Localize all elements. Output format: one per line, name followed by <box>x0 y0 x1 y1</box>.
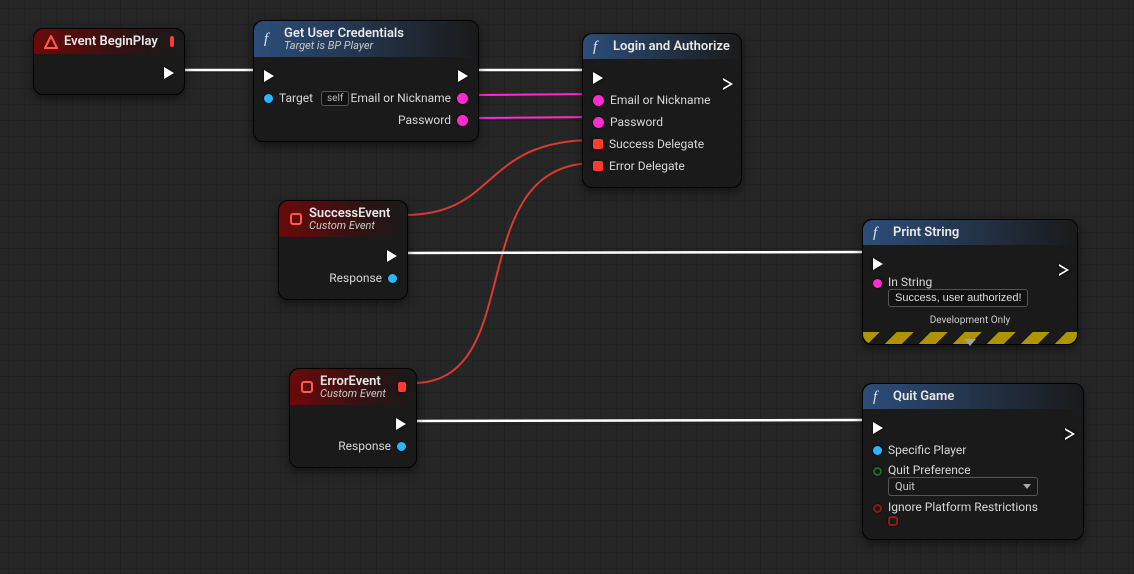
function-icon: f <box>873 390 887 404</box>
exec-out-pin[interactable] <box>458 70 468 82</box>
node-success-event[interactable]: SuccessEvent Custom Event Response <box>278 200 408 300</box>
target-label: Target <box>279 91 313 105</box>
node-login-authorize[interactable]: f Login and Authorize Email or Nickname … <box>582 33 742 188</box>
ignore-restrictions-in-pin[interactable] <box>873 504 882 513</box>
instring-label: In String <box>888 275 1028 289</box>
ignore-restrictions-checkbox[interactable] <box>888 516 898 526</box>
custom-event-icon <box>289 212 303 226</box>
exec-out-pin[interactable] <box>396 418 406 430</box>
node-print-string[interactable]: f Print String In String Development Onl… <box>862 219 1078 345</box>
node-title: Event BeginPlay <box>64 34 158 49</box>
header-get-creds: f Get User Credentials Target is BP Play… <box>254 21 478 57</box>
expand-caret-icon[interactable] <box>964 339 976 346</box>
error-delegate-label: Error Delegate <box>609 159 685 173</box>
quit-pref-label: Quit Preference <box>888 463 1038 477</box>
exec-out-pin[interactable] <box>387 250 397 262</box>
dev-only-strip <box>863 332 1077 344</box>
email-out-label: Email or Nickname <box>351 91 451 105</box>
specific-player-in-pin[interactable]: Specific Player <box>873 443 966 457</box>
quit-pref-dropdown[interactable]: Quit <box>888 477 1038 496</box>
exec-in-pin[interactable] <box>873 422 883 434</box>
response-label: Response <box>338 439 391 453</box>
success-delegate-in-pin[interactable]: Success Delegate <box>593 137 704 151</box>
node-title: Login and Authorize <box>613 39 730 54</box>
exec-in-pin[interactable] <box>593 72 603 84</box>
node-get-user-credentials[interactable]: f Get User Credentials Target is BP Play… <box>253 20 479 142</box>
email-in-label: Email or Nickname <box>610 93 710 107</box>
custom-event-icon <box>300 380 314 394</box>
chevron-down-icon <box>1023 484 1031 489</box>
specific-player-label: Specific Player <box>888 443 966 457</box>
node-quit-game[interactable]: f Quit Game Specific Player Quit Prefere… <box>862 383 1084 540</box>
target-self-chip[interactable]: self <box>321 91 349 106</box>
wire-str-email <box>474 94 595 95</box>
delegate-out-pin[interactable] <box>398 382 406 392</box>
node-title: Quit Game <box>893 389 954 404</box>
instring-in-pin[interactable] <box>873 279 882 288</box>
node-title: Print String <box>893 225 959 240</box>
response-out-pin[interactable]: Response <box>338 439 406 453</box>
wire-str-password <box>474 117 595 118</box>
exec-out-pin[interactable] <box>1065 422 1073 434</box>
exec-in-pin[interactable] <box>264 70 274 82</box>
email-in-pin[interactable]: Email or Nickname <box>593 93 710 107</box>
target-in-pin[interactable]: Target self <box>264 91 349 106</box>
password-out-pin[interactable]: Password <box>398 113 468 127</box>
header-quit: f Quit Game <box>863 384 1083 409</box>
wire-del-success <box>404 140 595 215</box>
node-event-beginplay[interactable]: Event BeginPlay <box>33 28 185 95</box>
function-icon: f <box>264 32 278 46</box>
response-out-pin[interactable]: Response <box>329 271 397 285</box>
quit-pref-in-pin[interactable] <box>873 467 882 476</box>
header-success: SuccessEvent Custom Event <box>279 201 407 237</box>
instring-input[interactable] <box>888 289 1028 307</box>
node-error-event[interactable]: ErrorEvent Custom Event Response <box>289 368 417 468</box>
password-out-label: Password <box>398 113 451 127</box>
header-event-beginplay: Event BeginPlay <box>34 29 184 54</box>
password-in-pin[interactable]: Password <box>593 115 663 129</box>
wire-del-error <box>413 163 595 383</box>
ignore-restrictions-label: Ignore Platform Restrictions <box>888 500 1038 514</box>
wire-exec-success-print <box>400 252 872 253</box>
error-delegate-in-pin[interactable]: Error Delegate <box>593 159 685 173</box>
success-delegate-label: Success Delegate <box>609 137 704 151</box>
header-print: f Print String <box>863 220 1077 245</box>
wire-exec-error-quit <box>410 420 872 421</box>
header-error: ErrorEvent Custom Event <box>290 369 416 405</box>
header-login: f Login and Authorize <box>583 34 741 59</box>
exec-in-pin[interactable] <box>873 258 883 270</box>
quit-pref-value: Quit <box>895 480 915 493</box>
event-icon <box>44 35 58 49</box>
response-label: Response <box>329 271 382 285</box>
node-subtitle: Custom Event <box>320 387 386 400</box>
password-in-label: Password <box>610 115 663 129</box>
function-icon: f <box>873 226 887 240</box>
exec-out-pin[interactable] <box>723 72 731 84</box>
dev-only-label: Development Only <box>873 315 1067 326</box>
exec-out-pin[interactable] <box>164 67 174 79</box>
email-out-pin[interactable]: Email or Nickname <box>351 91 468 105</box>
delegate-out-pin[interactable] <box>170 36 174 47</box>
function-icon: f <box>593 40 607 54</box>
exec-out-pin[interactable] <box>1059 258 1067 270</box>
